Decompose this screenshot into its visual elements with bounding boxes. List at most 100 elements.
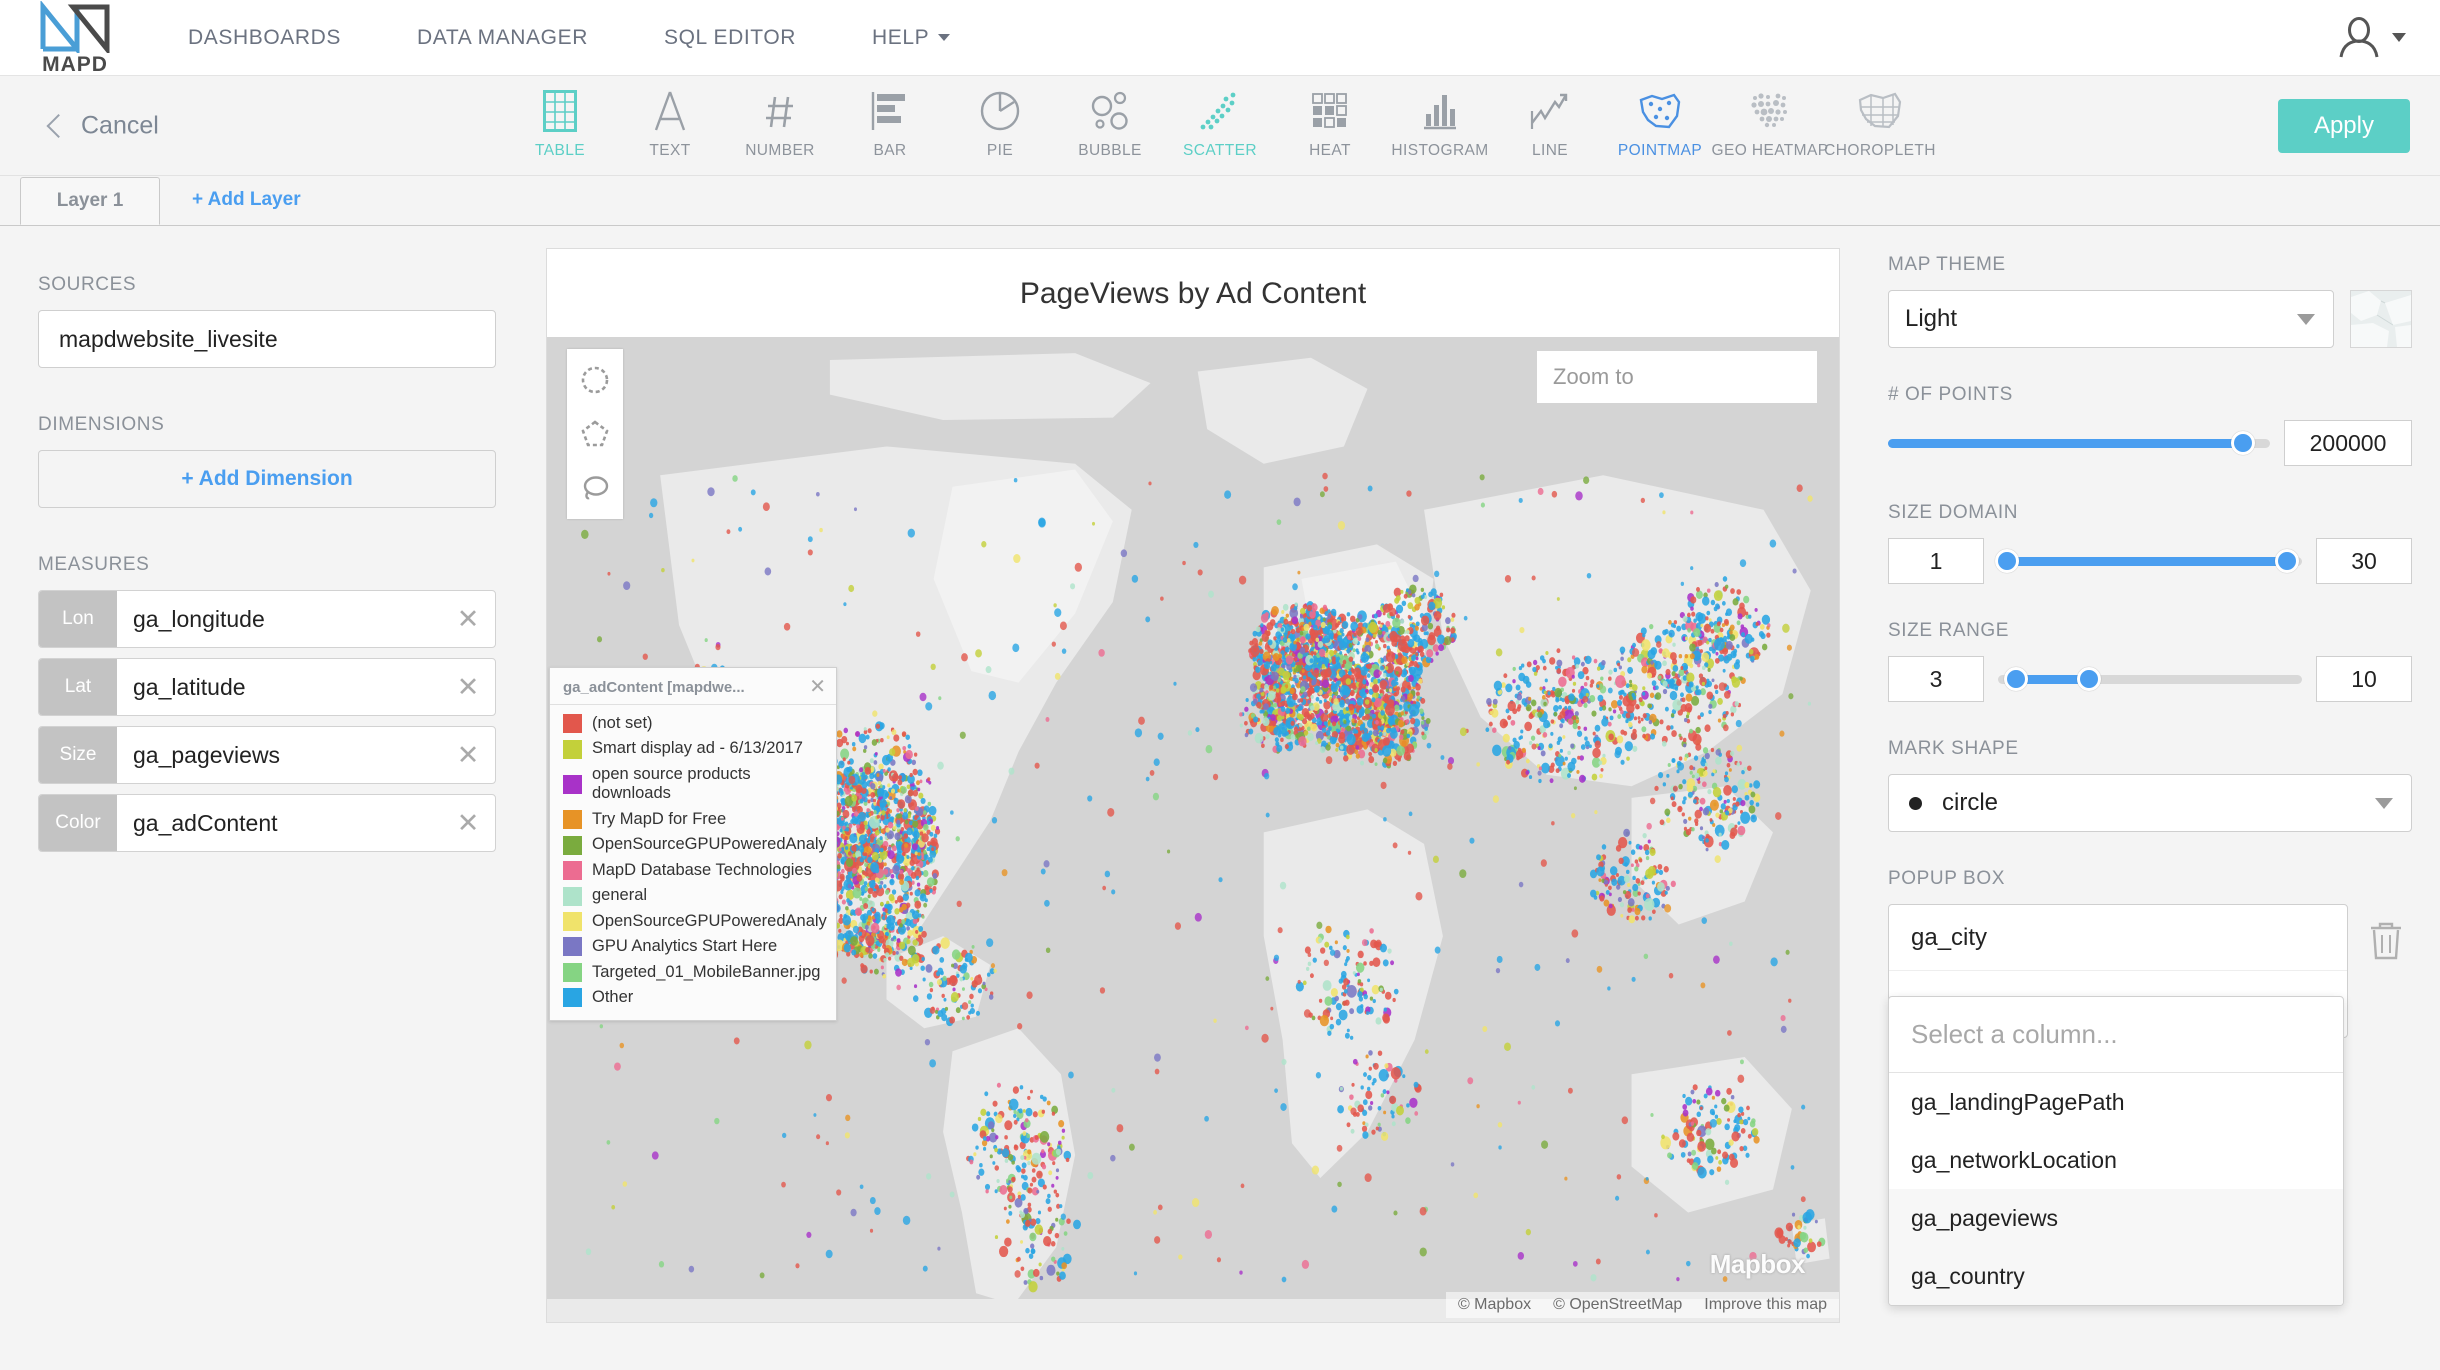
popup-item-ga-city[interactable]: ga_city (1889, 905, 2347, 971)
chart-type-label: POINTMAP (1618, 142, 1702, 160)
draw-lasso-icon[interactable] (578, 471, 612, 505)
size-domain-slider[interactable] (1998, 557, 2302, 566)
pointmap-canvas[interactable]: Zoom to ga_adContent [mapdwe... ✕ (not s… (547, 337, 1839, 1322)
size-domain-slider-fill (2007, 557, 2287, 566)
map-draw-tools (567, 349, 623, 519)
close-x-icon[interactable]: ✕ (441, 659, 495, 715)
sources-label: SOURCES (38, 274, 496, 296)
apply-button[interactable]: Apply (2278, 99, 2410, 153)
zoom-to-input[interactable]: Zoom to (1537, 351, 1817, 403)
legend-swatch (563, 912, 582, 931)
column-option-ga-networklocation[interactable]: ga_networkLocation (1889, 1131, 2343, 1189)
attribution-osm[interactable]: © OpenStreetMap (1553, 1296, 1682, 1314)
chart-type-histogram[interactable]: HISTOGRAM (1385, 86, 1495, 171)
column-option-ga-country[interactable]: ga_country (1889, 1247, 2343, 1305)
nav-link-dashboards[interactable]: DASHBOARDS (150, 26, 379, 50)
mark-shape-select[interactable]: circle (1888, 774, 2412, 832)
chart-type-bubble[interactable]: BUBBLE (1055, 86, 1165, 171)
list-item[interactable]: (not set) (550, 711, 836, 736)
nav-link-sql-editor[interactable]: SQL EDITOR (626, 26, 834, 50)
size-range-min-input[interactable]: 3 (1888, 656, 1984, 702)
size-range-knob-high[interactable] (2077, 667, 2101, 691)
right-settings-panel: MAP THEME Light # OF POINTS 200000 (1860, 226, 2440, 1370)
measure-row[interactable]: Size ga_pageviews ✕ (38, 726, 496, 784)
chart-type-text[interactable]: TEXT (615, 86, 725, 171)
draw-polygon-icon[interactable] (578, 417, 612, 451)
chart-card: PageViews by Ad Content (546, 248, 1840, 1323)
line-chart-icon (1529, 86, 1571, 132)
list-item[interactable]: Try MapD for Free (550, 807, 836, 832)
measure-row[interactable]: Lon ga_longitude ✕ (38, 590, 496, 648)
chart-type-geo-heatmap[interactable]: GEO HEATMAP (1715, 86, 1825, 171)
column-option-ga-landingpagepath[interactable]: ga_landingPagePath (1889, 1073, 2343, 1131)
add-layer-button[interactable]: + Add Layer (192, 189, 301, 211)
measure-value-lat[interactable]: ga_latitude (117, 659, 441, 715)
trash-icon[interactable] (2366, 904, 2412, 967)
attribution-mapbox[interactable]: © Mapbox (1458, 1296, 1531, 1314)
user-menu[interactable] (2336, 15, 2406, 61)
map-thumbnail-icon[interactable] (2350, 290, 2412, 348)
attribution-improve[interactable]: Improve this map (1704, 1296, 1827, 1314)
chevron-down-icon (2392, 33, 2406, 42)
list-item[interactable]: OpenSourceGPUPoweredAnaly (550, 909, 836, 934)
size-range-knob-low[interactable] (2004, 667, 2028, 691)
close-x-icon[interactable]: ✕ (803, 677, 826, 697)
measure-value-color[interactable]: ga_adContent (117, 795, 441, 851)
nav-link-help[interactable]: HELP (834, 26, 988, 50)
points-slider[interactable] (1888, 439, 2270, 448)
list-item[interactable]: open source products downloads (550, 762, 836, 807)
close-x-icon[interactable]: ✕ (441, 591, 495, 647)
draw-circle-icon[interactable] (578, 363, 612, 397)
chart-type-bar[interactable]: BAR (835, 86, 945, 171)
chart-type-line[interactable]: LINE (1495, 86, 1605, 171)
list-item[interactable]: Smart display ad - 6/13/2017 (550, 736, 836, 761)
source-select[interactable]: mapdwebsite_livesite (38, 310, 496, 368)
map-theme-select[interactable]: Light (1888, 290, 2334, 348)
legend-swatch (563, 861, 582, 880)
chart-type-pointmap[interactable]: POINTMAP (1605, 86, 1715, 171)
brand-logo[interactable]: MAPD (0, 1, 150, 75)
measure-row[interactable]: Color ga_adContent ✕ (38, 794, 496, 852)
column-search-input[interactable]: Select a column... (1889, 997, 2343, 1073)
list-item[interactable]: general (550, 883, 836, 908)
chart-type-scatter[interactable]: SCATTER (1165, 86, 1275, 171)
points-slider-knob[interactable] (2231, 431, 2255, 455)
chart-type-pie[interactable]: PIE (945, 86, 1055, 171)
size-range-max-input[interactable]: 10 (2316, 656, 2412, 702)
chart-type-label: HISTOGRAM (1391, 142, 1488, 160)
list-item[interactable]: OpenSourceGPUPoweredAnaly (550, 832, 836, 857)
list-item[interactable]: Targeted_01_MobileBanner.jpg (550, 960, 836, 985)
legend-panel[interactable]: ga_adContent [mapdwe... ✕ (not set) Smar… (549, 667, 837, 1021)
size-domain-knob-high[interactable] (2275, 549, 2299, 573)
measure-value-size[interactable]: ga_pageviews (117, 727, 441, 783)
add-dimension-button[interactable]: + Add Dimension (38, 450, 496, 508)
measure-value-lon[interactable]: ga_longitude (117, 591, 441, 647)
size-domain-max-input[interactable]: 30 (2316, 538, 2412, 584)
legend-label: Other (592, 988, 633, 1007)
mark-shape-group: MARK SHAPE circle (1888, 738, 2412, 832)
close-x-icon[interactable]: ✕ (441, 795, 495, 851)
chart-type-choropleth[interactable]: CHOROPLETH (1825, 86, 1935, 171)
nav-link-data-manager[interactable]: DATA MANAGER (379, 26, 626, 50)
size-domain-knob-low[interactable] (1995, 549, 2019, 573)
points-value-input[interactable]: 200000 (2284, 420, 2412, 466)
tab-layer-1[interactable]: Layer 1 (20, 177, 160, 225)
close-x-icon[interactable]: ✕ (441, 727, 495, 783)
chart-type-label: SCATTER (1183, 142, 1257, 160)
measure-row[interactable]: Lat ga_latitude ✕ (38, 658, 496, 716)
list-item[interactable]: MapD Database Technologies (550, 858, 836, 883)
chart-type-number[interactable]: NUMBER (725, 86, 835, 171)
list-item[interactable]: GPU Analytics Start Here (550, 934, 836, 959)
geo-heatmap-icon (1745, 86, 1795, 132)
chart-type-heat[interactable]: HEAT (1275, 86, 1385, 171)
mark-shape-label: MARK SHAPE (1888, 738, 2412, 760)
column-option-ga-pageviews[interactable]: ga_pageviews (1889, 1189, 2343, 1247)
size-domain-min-input[interactable]: 1 (1888, 538, 1984, 584)
cancel-button[interactable]: Cancel (28, 111, 159, 140)
column-select-dropdown[interactable]: Select a column... ga_landingPagePath ga… (1888, 996, 2344, 1306)
chart-type-label: HEAT (1309, 142, 1351, 160)
size-range-slider[interactable] (1998, 675, 2302, 684)
list-item[interactable]: Other (550, 985, 836, 1010)
chevron-down-icon (2375, 798, 2393, 809)
chart-type-table[interactable]: TABLE (505, 86, 615, 171)
